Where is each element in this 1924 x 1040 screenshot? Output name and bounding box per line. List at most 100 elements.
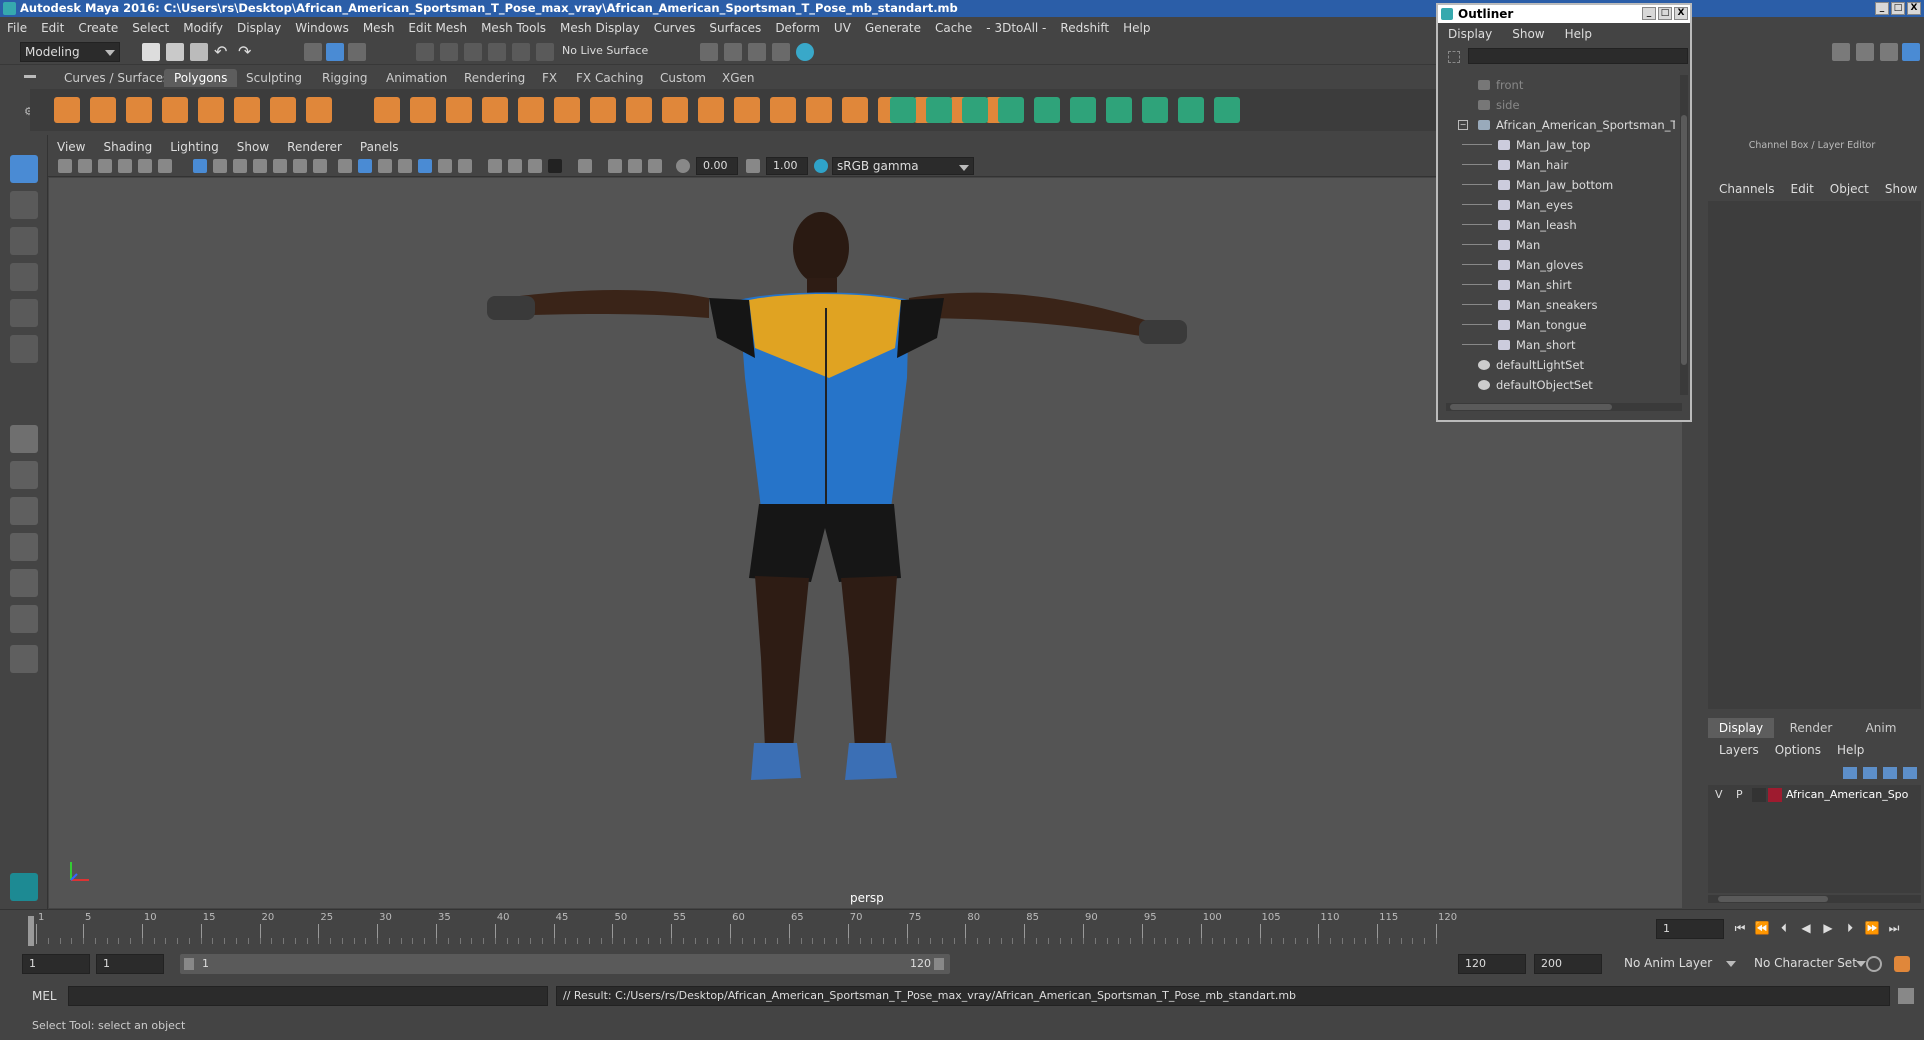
menu-cache[interactable]: Cache bbox=[928, 17, 979, 39]
two-d-pan-zoom-icon[interactable] bbox=[138, 159, 152, 173]
move-layer-down-icon[interactable] bbox=[1863, 767, 1877, 779]
start-time-field[interactable]: 1 bbox=[22, 954, 90, 974]
outliner-item[interactable]: Man_Jaw_top bbox=[1440, 135, 1675, 155]
outliner-item[interactable]: side bbox=[1440, 95, 1675, 115]
menu-edit[interactable]: Edit bbox=[34, 17, 71, 39]
range-end-handle[interactable] bbox=[934, 958, 944, 970]
uv-editor-icon[interactable] bbox=[1178, 97, 1204, 123]
outliner-item[interactable]: − African_American_Sportsman_T_P bbox=[1440, 115, 1675, 135]
channel-box-menu-channels[interactable]: Channels bbox=[1711, 182, 1783, 196]
planar-map-icon[interactable] bbox=[998, 97, 1024, 123]
spherical-map-icon[interactable] bbox=[1070, 97, 1096, 123]
outliner-item[interactable]: defaultObjectSet bbox=[1440, 375, 1675, 395]
bookmark-icon[interactable] bbox=[98, 159, 112, 173]
new-layer-selected-icon[interactable] bbox=[1903, 767, 1917, 779]
depth-of-field-icon[interactable] bbox=[548, 159, 562, 173]
gate-mask-icon[interactable] bbox=[253, 159, 267, 173]
outliner-item[interactable]: Man_gloves bbox=[1440, 255, 1675, 275]
command-language-label[interactable]: MEL bbox=[32, 989, 57, 1003]
viewport-menu-shading[interactable]: Shading bbox=[94, 137, 161, 157]
menu-display[interactable]: Display bbox=[230, 17, 288, 39]
xray-joints-icon[interactable] bbox=[628, 159, 642, 173]
go-to-start-icon[interactable]: ⏮ bbox=[1732, 920, 1748, 936]
outliner-search-input[interactable] bbox=[1468, 48, 1688, 64]
outliner-item[interactable]: Man_leash bbox=[1440, 215, 1675, 235]
outliner-vscroll-thumb[interactable] bbox=[1681, 115, 1687, 365]
default-material-icon[interactable] bbox=[378, 159, 392, 173]
channel-box-menu-show[interactable]: Show bbox=[1877, 182, 1924, 196]
layer-menu-help[interactable]: Help bbox=[1829, 743, 1872, 757]
layer-tab-render[interactable]: Render bbox=[1778, 718, 1844, 738]
render-frame-icon[interactable] bbox=[724, 43, 742, 61]
outliner-item[interactable]: Man_hair bbox=[1440, 155, 1675, 175]
tool-settings-icon[interactable] bbox=[1880, 43, 1898, 61]
color-management-icon[interactable] bbox=[814, 159, 828, 173]
boolean-icon[interactable] bbox=[698, 97, 724, 123]
hypershade-layout-icon[interactable] bbox=[10, 569, 38, 597]
multi-cut-icon[interactable] bbox=[806, 97, 832, 123]
layer-menu-options[interactable]: Options bbox=[1767, 743, 1829, 757]
snap-view-icon[interactable] bbox=[488, 43, 506, 61]
layer-reference-toggle[interactable] bbox=[1752, 788, 1766, 802]
magnet-icon[interactable] bbox=[536, 43, 554, 61]
collapse-toggle-icon[interactable]: − bbox=[1458, 120, 1468, 130]
viewport-menu-renderer[interactable]: Renderer bbox=[278, 137, 351, 157]
outliner-close-button[interactable]: X bbox=[1674, 7, 1688, 20]
layer-hscrollbar[interactable] bbox=[1708, 895, 1921, 903]
go-to-end-icon[interactable]: ⏭ bbox=[1886, 920, 1902, 936]
channel-box-menu-edit[interactable]: Edit bbox=[1783, 182, 1822, 196]
gamma-field[interactable]: 1.00 bbox=[766, 157, 808, 175]
outliner-item[interactable]: Man_sneakers bbox=[1440, 295, 1675, 315]
cube-icon[interactable] bbox=[90, 97, 116, 123]
film-gate-icon[interactable] bbox=[213, 159, 227, 173]
filter-icon[interactable] bbox=[1448, 51, 1460, 63]
channel-box-menu-object[interactable]: Object bbox=[1822, 182, 1877, 196]
menu-modify[interactable]: Modify bbox=[176, 17, 230, 39]
helix-icon[interactable] bbox=[446, 97, 472, 123]
play-backwards-icon[interactable]: ◀ bbox=[1798, 920, 1814, 936]
persp-outliner-layout-icon[interactable] bbox=[10, 497, 38, 525]
outliner-item[interactable]: front bbox=[1440, 75, 1675, 95]
attribute-editor-icon[interactable] bbox=[1856, 43, 1874, 61]
lasso-tool-icon[interactable] bbox=[10, 191, 38, 219]
isolate-select-icon[interactable] bbox=[578, 159, 592, 173]
ipr-render-icon[interactable] bbox=[748, 43, 766, 61]
safe-action-icon[interactable] bbox=[293, 159, 307, 173]
pipe-icon[interactable] bbox=[410, 97, 436, 123]
outliner-item[interactable]: Man_tongue bbox=[1440, 315, 1675, 335]
xray-components-icon[interactable] bbox=[648, 159, 662, 173]
snap-surface-icon[interactable] bbox=[512, 43, 530, 61]
shelf-menu-icon[interactable] bbox=[24, 75, 36, 78]
select-camera-icon[interactable] bbox=[58, 159, 72, 173]
select-object-icon[interactable] bbox=[326, 43, 344, 61]
viewport-menu-panels[interactable]: Panels bbox=[351, 137, 408, 157]
layer-hscroll-thumb[interactable] bbox=[1718, 896, 1828, 902]
minimize-button[interactable]: _ bbox=[1875, 2, 1889, 15]
field-chart-icon[interactable] bbox=[273, 159, 287, 173]
end-time-field[interactable]: 200 bbox=[1534, 954, 1602, 974]
menu-uv[interactable]: UV bbox=[827, 17, 858, 39]
layer-row[interactable]: V P African_American_Spo bbox=[1708, 785, 1921, 807]
snap-grid-icon[interactable] bbox=[416, 43, 434, 61]
channel-box-toggle-icon[interactable] bbox=[1902, 43, 1920, 61]
menu-windows[interactable]: Windows bbox=[288, 17, 356, 39]
pyramid-icon[interactable] bbox=[374, 97, 400, 123]
viewport-menu-lighting[interactable]: Lighting bbox=[161, 137, 228, 157]
shelf-tab-rendering[interactable]: Rendering bbox=[454, 69, 535, 87]
image-plane-icon[interactable] bbox=[118, 159, 132, 173]
menu-redshift[interactable]: Redshift bbox=[1053, 17, 1116, 39]
textured-icon[interactable] bbox=[418, 159, 432, 173]
animation-preferences-icon[interactable] bbox=[1894, 956, 1910, 972]
live-surface-field[interactable]: No Live Surface bbox=[556, 42, 664, 62]
menu-mesh-tools[interactable]: Mesh Tools bbox=[474, 17, 553, 39]
character-set-dropdown[interactable]: No Character Set bbox=[1750, 954, 1870, 974]
persp-graph-layout-icon[interactable] bbox=[10, 533, 38, 561]
cone-icon[interactable] bbox=[162, 97, 188, 123]
outliner-menu-display[interactable]: Display bbox=[1438, 23, 1502, 45]
prism-icon[interactable] bbox=[306, 97, 332, 123]
shelf-tab-rigging[interactable]: Rigging bbox=[312, 69, 377, 87]
extract-icon[interactable] bbox=[734, 97, 760, 123]
layer-tab-display[interactable]: Display bbox=[1708, 718, 1774, 738]
undo-icon[interactable]: ↶ bbox=[214, 43, 232, 61]
mirror-icon[interactable] bbox=[770, 97, 796, 123]
